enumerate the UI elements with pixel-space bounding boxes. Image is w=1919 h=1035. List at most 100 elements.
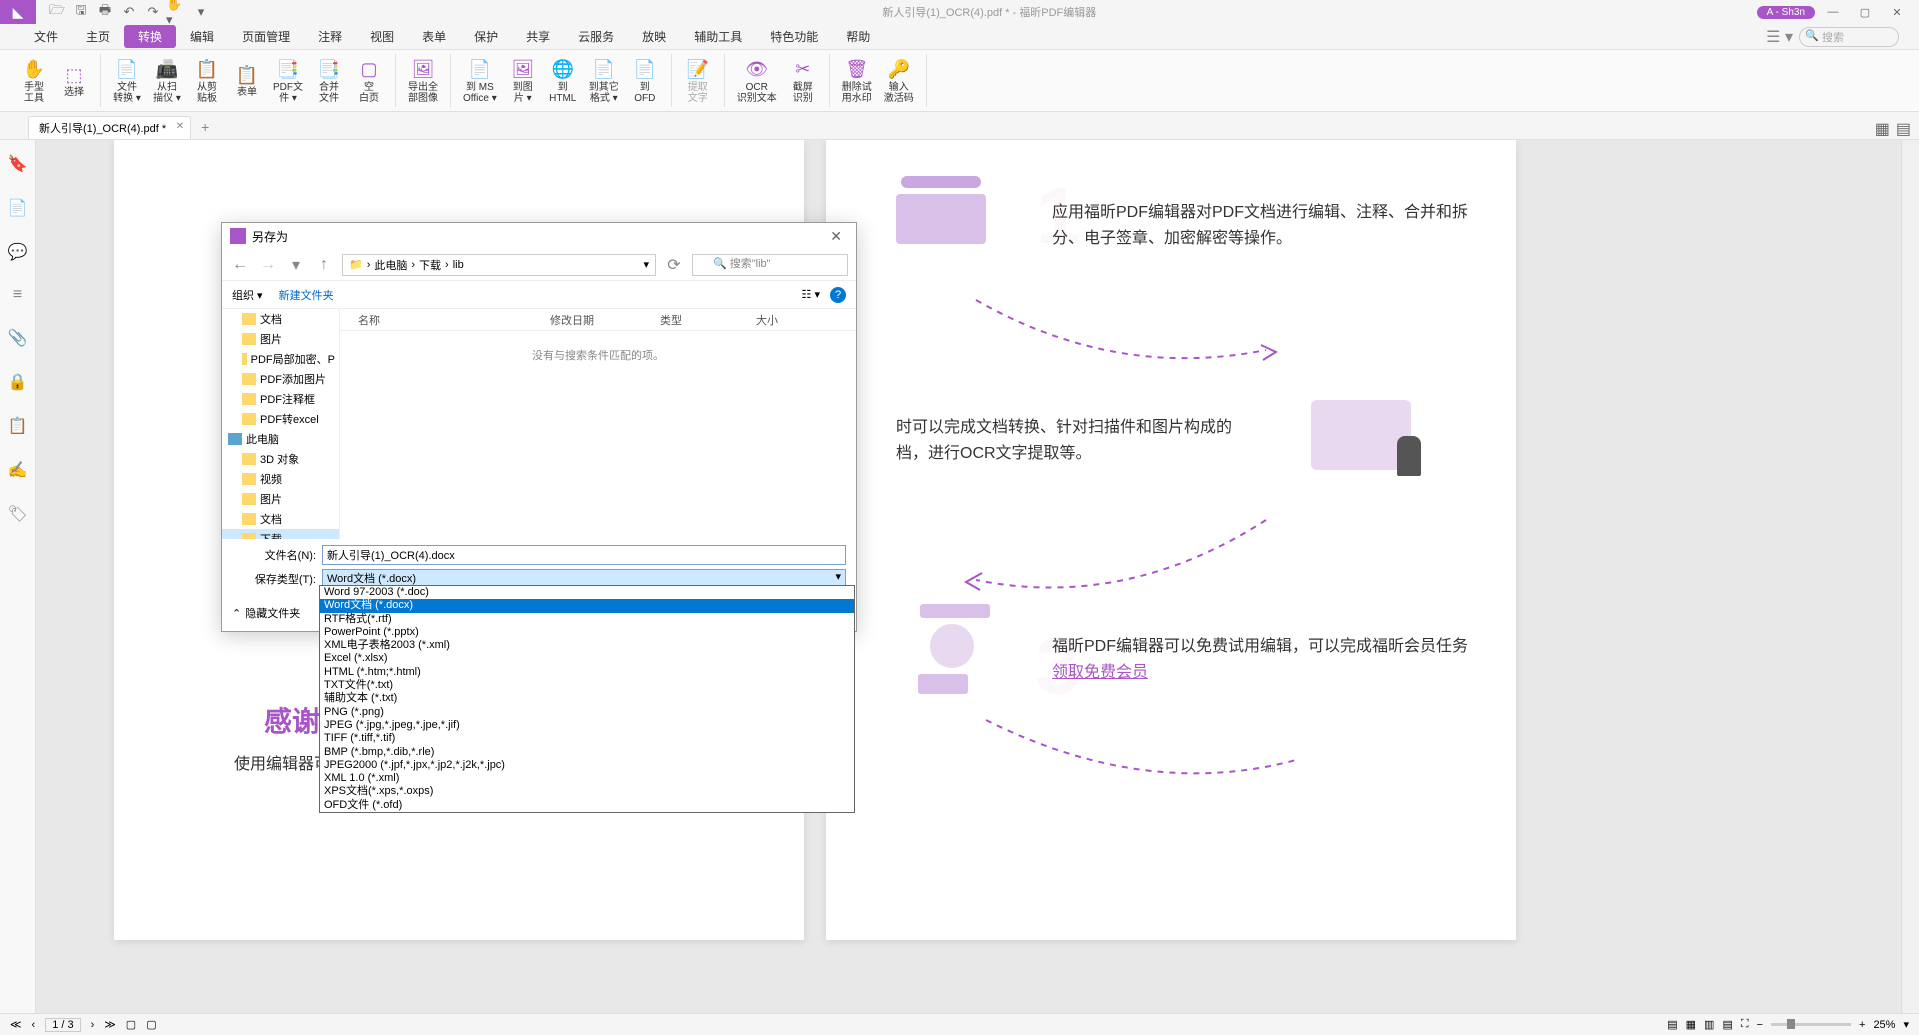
zoom-out-icon[interactable]: − <box>1757 1019 1763 1031</box>
tree-item[interactable]: 文档 <box>222 309 339 329</box>
first-page-icon[interactable]: ≪ <box>10 1018 22 1031</box>
tree-item[interactable]: PDF局部加密、P <box>222 349 339 369</box>
format-option[interactable]: Excel (*.xlsx) <box>320 652 854 665</box>
maximize-button[interactable]: ▢ <box>1851 2 1879 22</box>
print-icon[interactable]: 🖶 <box>94 2 116 22</box>
close-button[interactable]: ✕ <box>1883 2 1911 22</box>
format-option[interactable]: BMP (*.bmp,*.dib,*.rle) <box>320 746 854 759</box>
format-option[interactable]: 辅助文本 (*.txt) <box>320 692 854 705</box>
menu-云服务[interactable]: 云服务 <box>564 25 628 48</box>
view-grid-icon[interactable]: ▦ <box>1875 119 1890 139</box>
nav-dropdown-icon[interactable]: ▾ <box>286 255 306 275</box>
tree-item[interactable]: 图片 <box>222 329 339 349</box>
menu-共享[interactable]: 共享 <box>512 25 564 48</box>
tree-item[interactable]: 3D 对象 <box>222 449 339 469</box>
view-mode-icon[interactable]: ☷ ▾ <box>802 288 820 301</box>
nav-forward-icon[interactable]: → <box>258 256 278 274</box>
tree-item[interactable]: PDF注释框 <box>222 389 339 409</box>
refresh-icon[interactable]: ⟳ <box>664 255 684 275</box>
ribbon-到图片▾[interactable]: 🖼到图 片 ▾ <box>503 54 543 107</box>
prev-page-icon[interactable]: ‹ <box>32 1019 36 1031</box>
ribbon-导出全部图像[interactable]: 🖼导出全 部图像 <box>402 54 444 107</box>
format-option[interactable]: Word 97-2003 (*.doc) <box>320 586 854 599</box>
search-input[interactable]: 🔍 搜索 <box>1799 27 1899 47</box>
tree-item[interactable]: 图片 <box>222 489 339 509</box>
signature-icon[interactable]: ✍ <box>8 460 28 480</box>
pages-icon[interactable]: 📄 <box>8 198 28 218</box>
tree-item[interactable]: 视频 <box>222 469 339 489</box>
chevron-up-icon[interactable]: ⌃ <box>232 607 241 620</box>
menu-转换[interactable]: 转换 <box>124 25 176 48</box>
breadcrumb-dropdown-icon[interactable]: ▾ <box>643 258 649 271</box>
format-option[interactable]: JPEG2000 (*.jpf,*.jpx,*.jp2,*.j2k,*.jpc) <box>320 759 854 772</box>
sb-icon[interactable]: ▢ <box>126 1018 136 1031</box>
menu-保护[interactable]: 保护 <box>460 25 512 48</box>
sb-icon[interactable]: ▢ <box>146 1018 156 1031</box>
ribbon-提取文字[interactable]: 📝提取 文字 <box>678 54 718 107</box>
menu-放映[interactable]: 放映 <box>628 25 680 48</box>
save-icon[interactable]: 🖫 <box>70 2 92 22</box>
breadcrumb-item[interactable]: 下载 <box>419 257 441 273</box>
format-option[interactable]: TXT文件(*.txt) <box>320 679 854 692</box>
settings-icon[interactable]: ☰ ▾ <box>1766 27 1793 47</box>
ribbon-选择[interactable]: ⬚选择 <box>54 54 94 107</box>
ribbon-表单[interactable]: 📋表单 <box>227 54 267 107</box>
breadcrumb[interactable]: 📁 › 此电脑 › 下载 › lib ▾ <box>342 254 656 276</box>
tree-item[interactable]: PDF添加图片 <box>222 369 339 389</box>
zoom-dropdown-icon[interactable]: ▾ <box>1903 1018 1909 1031</box>
ribbon-到HTML[interactable]: 🌐到 HTML <box>543 54 583 107</box>
format-option[interactable]: JPEG (*.jpg,*.jpeg,*.jpe,*.jif) <box>320 719 854 732</box>
qat-more-icon[interactable]: ▾ <box>190 2 212 22</box>
format-option[interactable]: TIFF (*.tiff,*.tif) <box>320 732 854 745</box>
view-icon[interactable]: ⛶ <box>1741 1018 1749 1031</box>
hand-icon[interactable]: ✋▾ <box>166 2 188 22</box>
filetype-dropdown[interactable]: Word 97-2003 (*.doc)Word文档 (*.docx)RTF格式… <box>319 585 855 813</box>
zoom-level[interactable]: 25% <box>1873 1019 1895 1031</box>
ribbon-输入激活码[interactable]: 🔑输入 激活码 <box>878 54 920 107</box>
right-scrollbar[interactable] <box>1901 140 1919 1019</box>
menu-编辑[interactable]: 编辑 <box>176 25 228 48</box>
zoom-slider[interactable] <box>1771 1023 1851 1026</box>
menu-辅助工具[interactable]: 辅助工具 <box>680 25 756 48</box>
ribbon-从剪贴板[interactable]: 📋从剪 贴板 <box>187 54 227 107</box>
menu-视图[interactable]: 视图 <box>356 25 408 48</box>
format-option[interactable]: OFD文件 (*.ofd) <box>320 799 854 812</box>
tree-item[interactable]: 此电脑 <box>222 429 339 449</box>
menu-页面管理[interactable]: 页面管理 <box>228 25 304 48</box>
zoom-in-icon[interactable]: + <box>1859 1019 1865 1031</box>
ribbon-合并文件[interactable]: 📑合并 文件 <box>309 54 349 107</box>
tags-icon[interactable]: 🏷 <box>7 504 27 524</box>
page-indicator[interactable]: 1 / 3 <box>45 1018 80 1032</box>
format-option[interactable]: XPS文档(*.xps,*.oxps) <box>320 785 854 798</box>
menu-主页[interactable]: 主页 <box>72 25 124 48</box>
hide-folders-button[interactable]: 隐藏文件夹 <box>245 605 300 621</box>
file-list[interactable]: 名称 修改日期 类型 大小 没有与搜索条件匹配的项。 <box>340 309 856 539</box>
ribbon-删除试用水印[interactable]: 🗑删除试 用水印 <box>836 54 878 107</box>
redo-icon[interactable]: ↷ <box>142 2 164 22</box>
format-option[interactable]: RTF格式(*.rtf) <box>320 613 854 626</box>
new-folder-button[interactable]: 新建文件夹 <box>279 287 334 303</box>
open-icon[interactable]: 🗁 <box>46 2 68 22</box>
ribbon-到OFD[interactable]: 📄到 OFD <box>625 54 665 107</box>
free-member-link[interactable]: 领取免费会员 <box>1052 664 1148 681</box>
nav-back-icon[interactable]: ← <box>230 256 250 274</box>
new-tab-button[interactable]: + <box>201 119 209 139</box>
ribbon-从扫描仪▾[interactable]: 📠从扫 描仪 ▾ <box>147 54 187 107</box>
ribbon-PDF文件▾[interactable]: 📑PDF文 件 ▾ <box>267 54 309 107</box>
ribbon-空白页[interactable]: ▢空 白页 <box>349 54 389 107</box>
breadcrumb-item[interactable]: lib <box>453 259 464 271</box>
user-badge[interactable]: A - Sh3n <box>1757 6 1815 19</box>
last-page-icon[interactable]: ≫ <box>104 1018 116 1031</box>
ribbon-手型工具[interactable]: ✋手型 工具 <box>14 54 54 107</box>
undo-icon[interactable]: ↶ <box>118 2 140 22</box>
format-option[interactable]: HTML (*.htm;*.html) <box>320 666 854 679</box>
minimize-button[interactable]: — <box>1819 2 1847 22</box>
dialog-search-input[interactable]: 🔍 搜索"lib" <box>692 254 848 276</box>
col-type[interactable]: 类型 <box>660 312 756 328</box>
format-option[interactable]: PNG (*.png) <box>320 706 854 719</box>
format-option[interactable]: XML 1.0 (*.xml) <box>320 772 854 785</box>
ribbon-到其它格式▾[interactable]: 📄到其它 格式 ▾ <box>583 54 625 107</box>
bookmark-icon[interactable]: 🔖 <box>8 154 28 174</box>
menu-表单[interactable]: 表单 <box>408 25 460 48</box>
menu-注释[interactable]: 注释 <box>304 25 356 48</box>
